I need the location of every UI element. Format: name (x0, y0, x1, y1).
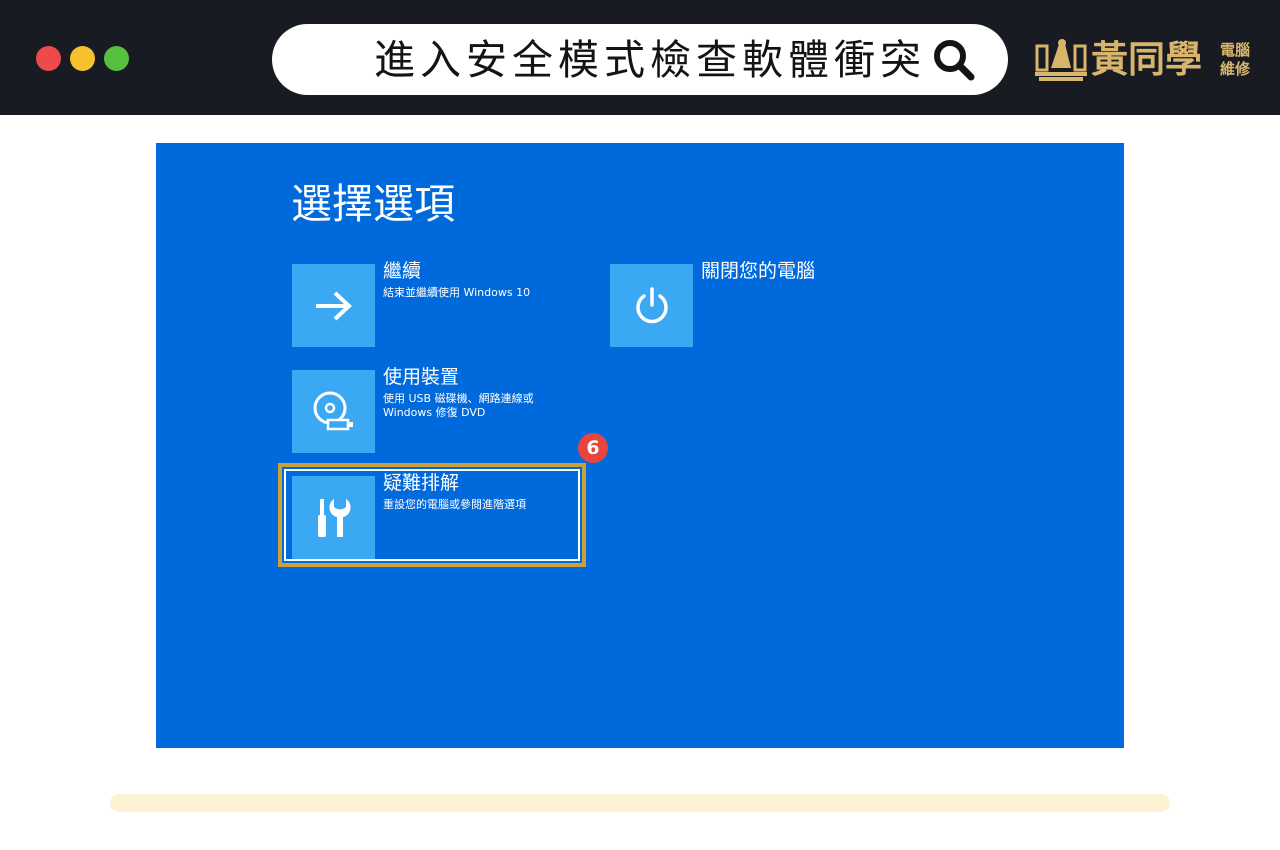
recovery-options-screen: 選擇選項 繼續 結束並繼續使用 Windows 10 使用裝置 使用 USB 磁… (156, 143, 1124, 748)
brand-tagline: 電腦 維修 (1220, 41, 1260, 79)
search-query: 進入安全模式檢查軟體衝突 (374, 36, 926, 84)
brand-logo: 黃同學 電腦 維修 (1033, 34, 1263, 84)
option-power-off[interactable]: 關閉您的電腦 (610, 260, 910, 348)
top-bar: 進入安全模式檢查軟體衝突 黃同學 電腦 維修 (0, 0, 1280, 115)
option-use-device-tile[interactable] (292, 370, 375, 453)
page-title: 選擇選項 (291, 180, 455, 228)
option-use-device[interactable]: 使用裝置 使用 USB 磁碟機、網路連線或 Windows 修復 DVD (292, 366, 592, 454)
power-icon (635, 286, 668, 323)
brand-tagline-line1: 電腦 (1220, 41, 1251, 59)
search-bar[interactable]: 進入安全模式檢查軟體衝突 (272, 24, 1008, 95)
search-icon[interactable] (932, 38, 976, 82)
disc-usb-icon (313, 391, 353, 430)
option-use-device-description: 使用 USB 磁碟機、網路連線或 Windows 修復 DVD (383, 392, 534, 419)
brand-tagline-line2: 維修 (1220, 60, 1251, 78)
footer-bar (110, 794, 1170, 812)
option-continue[interactable]: 繼續 結束並繼續使用 Windows 10 (292, 260, 592, 348)
option-continue-description: 結束並繼續使用 Windows 10 (383, 286, 531, 299)
arrow-right-icon (315, 291, 352, 320)
brand-name: 黃同學 (1091, 37, 1202, 81)
brand-emblem-icon (1035, 39, 1087, 81)
option-power-off-tile[interactable] (610, 264, 693, 347)
option-continue-label[interactable]: 繼續 (383, 258, 421, 284)
option-continue-tile[interactable] (292, 264, 375, 347)
step-badge: 6 (578, 433, 608, 463)
window-minimize-button[interactable] (70, 46, 95, 71)
option-power-off-label[interactable]: 關閉您的電腦 (701, 258, 815, 284)
window-close-button[interactable] (36, 46, 61, 71)
highlight-frame (278, 463, 586, 567)
window-maximize-button[interactable] (104, 46, 129, 71)
option-use-device-label[interactable]: 使用裝置 (383, 364, 459, 390)
